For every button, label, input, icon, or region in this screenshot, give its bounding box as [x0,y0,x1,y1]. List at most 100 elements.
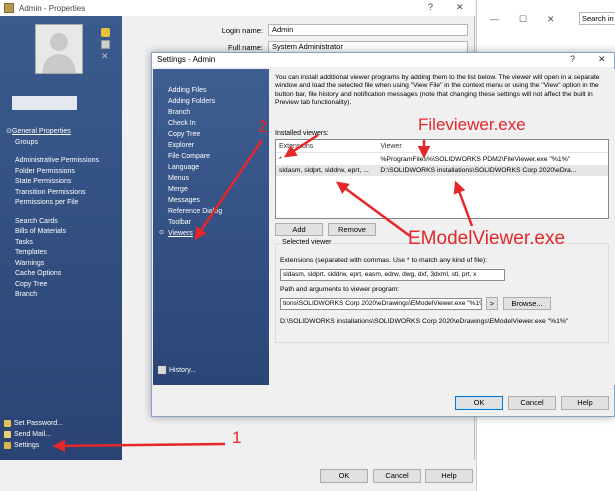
send-mail-label: Send Mail... [14,431,51,438]
settings-item-adding-files[interactable]: Adding Files [168,85,222,96]
settings-link[interactable]: Settings [0,440,122,451]
settings-label: Settings [14,442,40,449]
settings-item-explorer[interactable]: Explorer [168,140,222,151]
viewers-description: You can install additional viewer progra… [275,74,600,107]
annotation-step-1: 1 [232,428,242,447]
ok-button[interactable]: OK [320,469,368,483]
nav-item-administrative-permissions[interactable]: Administrative Permissions [0,156,122,167]
history-link[interactable]: History... [158,366,196,374]
annotation-step-2: 2 [258,117,268,136]
nav-item-warnings[interactable]: Warnings [0,259,122,270]
annotation-fileviewer: Fileviewer.exe [418,115,526,134]
nav-item-search-cards[interactable]: Search Cards [0,217,122,228]
nav-item-tasks[interactable]: Tasks [0,238,122,249]
mail-icon [4,431,11,438]
column-header-extensions[interactable]: Extensions [276,140,377,152]
nav-item-branch[interactable]: Branch [0,290,122,301]
settings-item-adding-folders[interactable]: Adding Folders [168,96,222,107]
avatar-tools: ✕ [101,28,110,61]
settings-item-toolbar[interactable]: Toolbar [168,217,222,228]
close-icon[interactable]: ✕ [598,54,606,65]
login-name-label: Login name: [221,26,263,35]
close-icon[interactable]: ✕ [456,2,464,13]
browse-button[interactable]: Browse... [503,297,551,310]
person-silhouette-icon [42,33,76,73]
nav-item-groups[interactable]: Groups [0,138,122,149]
viewer-path-input[interactable]: tions\SOLIDWORKS Corp 2020\eDrawings\EMo… [280,298,482,310]
browse-picture-icon[interactable] [101,28,110,37]
settings-item-reference-dialog[interactable]: Reference Dialog [168,206,222,217]
full-name-label: Full name: [227,43,263,52]
settings-item-file-compare[interactable]: File Compare [168,151,222,162]
viewer-extensions-cell: sldasm, sldprt, slddrw, eprt, ... [279,167,369,174]
resolved-path-text: D:\SOLIDWORKS installations\SOLIDWORKS C… [280,318,569,325]
settings-item-merge[interactable]: Merge [168,184,222,195]
installed-viewers-label: Installed viewers: [275,130,329,137]
user-name-redacted [12,96,77,110]
list-header: Extensions Viewer [276,140,608,153]
window-title: Admin - Properties [19,3,86,13]
viewer-row-selected[interactable]: sldasm, sldprt, slddrw, eprt, ... D:\SOL… [276,165,608,176]
remove-viewer-button[interactable]: Remove [328,223,376,236]
extensions-input[interactable]: sldasm, sldprt, slddrw, eprt, easm, edrw… [280,269,505,281]
settings-item-language[interactable]: Language [168,162,222,173]
search-input[interactable]: Search in C [579,12,615,25]
settings-nav: Adding Files Adding Folders Branch Check… [159,85,222,239]
user-avatar[interactable] [35,24,83,74]
column-header-viewer[interactable]: Viewer [377,140,608,152]
maximize-icon[interactable]: ☐ [519,14,527,25]
settings-item-menus[interactable]: Menus [168,173,222,184]
viewer-path-cell: D:\SOLIDWORKS installations\SOLIDWORKS C… [380,167,577,174]
set-password-label: Set Password... [14,420,64,427]
nav-item-folder-permissions[interactable]: Folder Permissions [0,167,122,178]
settings-item-copy-tree[interactable]: Copy Tree [168,129,222,140]
settings-item-check-in[interactable]: Check In [168,118,222,129]
settings-item-messages[interactable]: Messages [168,195,222,206]
properties-actions: Set Password... Send Mail... Settings [0,418,122,451]
installed-viewers-list[interactable]: Extensions Viewer * %ProgramFiles%\SOLID… [275,139,609,219]
minimize-icon[interactable]: — [490,14,499,24]
viewer-path-label: Path and arguments to viewer program: [280,286,400,293]
cancel-button[interactable]: Cancel [508,396,556,410]
nav-item-templates[interactable]: Templates [0,248,122,259]
help-icon[interactable]: ? [570,54,575,64]
nav-item-label: General Properties [12,128,71,135]
ok-button[interactable]: OK [455,396,503,410]
settings-item-branch[interactable]: Branch [168,107,222,118]
app-icon [4,3,14,13]
viewer-extensions-cell: * [279,156,282,163]
nav-item-bills-of-materials[interactable]: Bills of Materials [0,227,122,238]
close-icon[interactable]: ✕ [547,14,555,25]
settings-item-viewers[interactable]: Viewers [159,228,222,239]
add-viewer-button[interactable]: Add [275,223,323,236]
viewer-row[interactable]: * %ProgramFiles%\SOLIDWORKS PDM2\FileVie… [276,154,608,165]
path-arrow-button[interactable]: > [486,297,498,310]
nav-item-state-permissions[interactable]: State Permissions [0,177,122,188]
selected-viewer-legend: Selected viewer [280,239,334,246]
nav-item-transition-permissions[interactable]: Transition Permissions [0,188,122,199]
cancel-button[interactable]: Cancel [373,469,421,483]
help-button[interactable]: Help [561,396,609,410]
settings-icon [4,442,11,449]
remove-picture-icon[interactable]: ✕ [101,52,110,61]
nav-item-general-properties[interactable]: ⊙General Properties [0,127,122,138]
help-button[interactable]: Help [425,469,473,483]
selected-viewer-group: Selected viewer Extensions (separated wi… [275,239,609,343]
help-icon[interactable]: ? [428,2,433,12]
nav-item-copy-tree[interactable]: Copy Tree [0,280,122,291]
settings-titlebar: Settings - Admin ? ✕ [152,53,614,67]
extensions-label: Extensions (separated with commas. Use *… [280,257,488,264]
key-icon [4,420,11,427]
login-name-field[interactable]: Admin [268,24,468,36]
viewer-path-cell: %ProgramFiles%\SOLIDWORKS PDM2\FileViewe… [380,156,571,163]
history-icon [158,366,166,374]
properties-nav: ⊙General Properties Groups Administrativ… [0,127,122,301]
admin-properties-titlebar: Admin - Properties ? ✕ [0,0,475,16]
nav-item-permissions-per-file[interactable]: Permissions per File [0,198,122,209]
annotation-emodelviewer: EModelViewer.exe [408,228,566,249]
paste-picture-icon[interactable] [101,40,110,49]
settings-sidebar: Adding Files Adding Folders Branch Check… [153,69,269,385]
nav-item-cache-options[interactable]: Cache Options [0,269,122,280]
send-mail-link[interactable]: Send Mail... [0,429,122,440]
set-password-link[interactable]: Set Password... [0,418,122,429]
